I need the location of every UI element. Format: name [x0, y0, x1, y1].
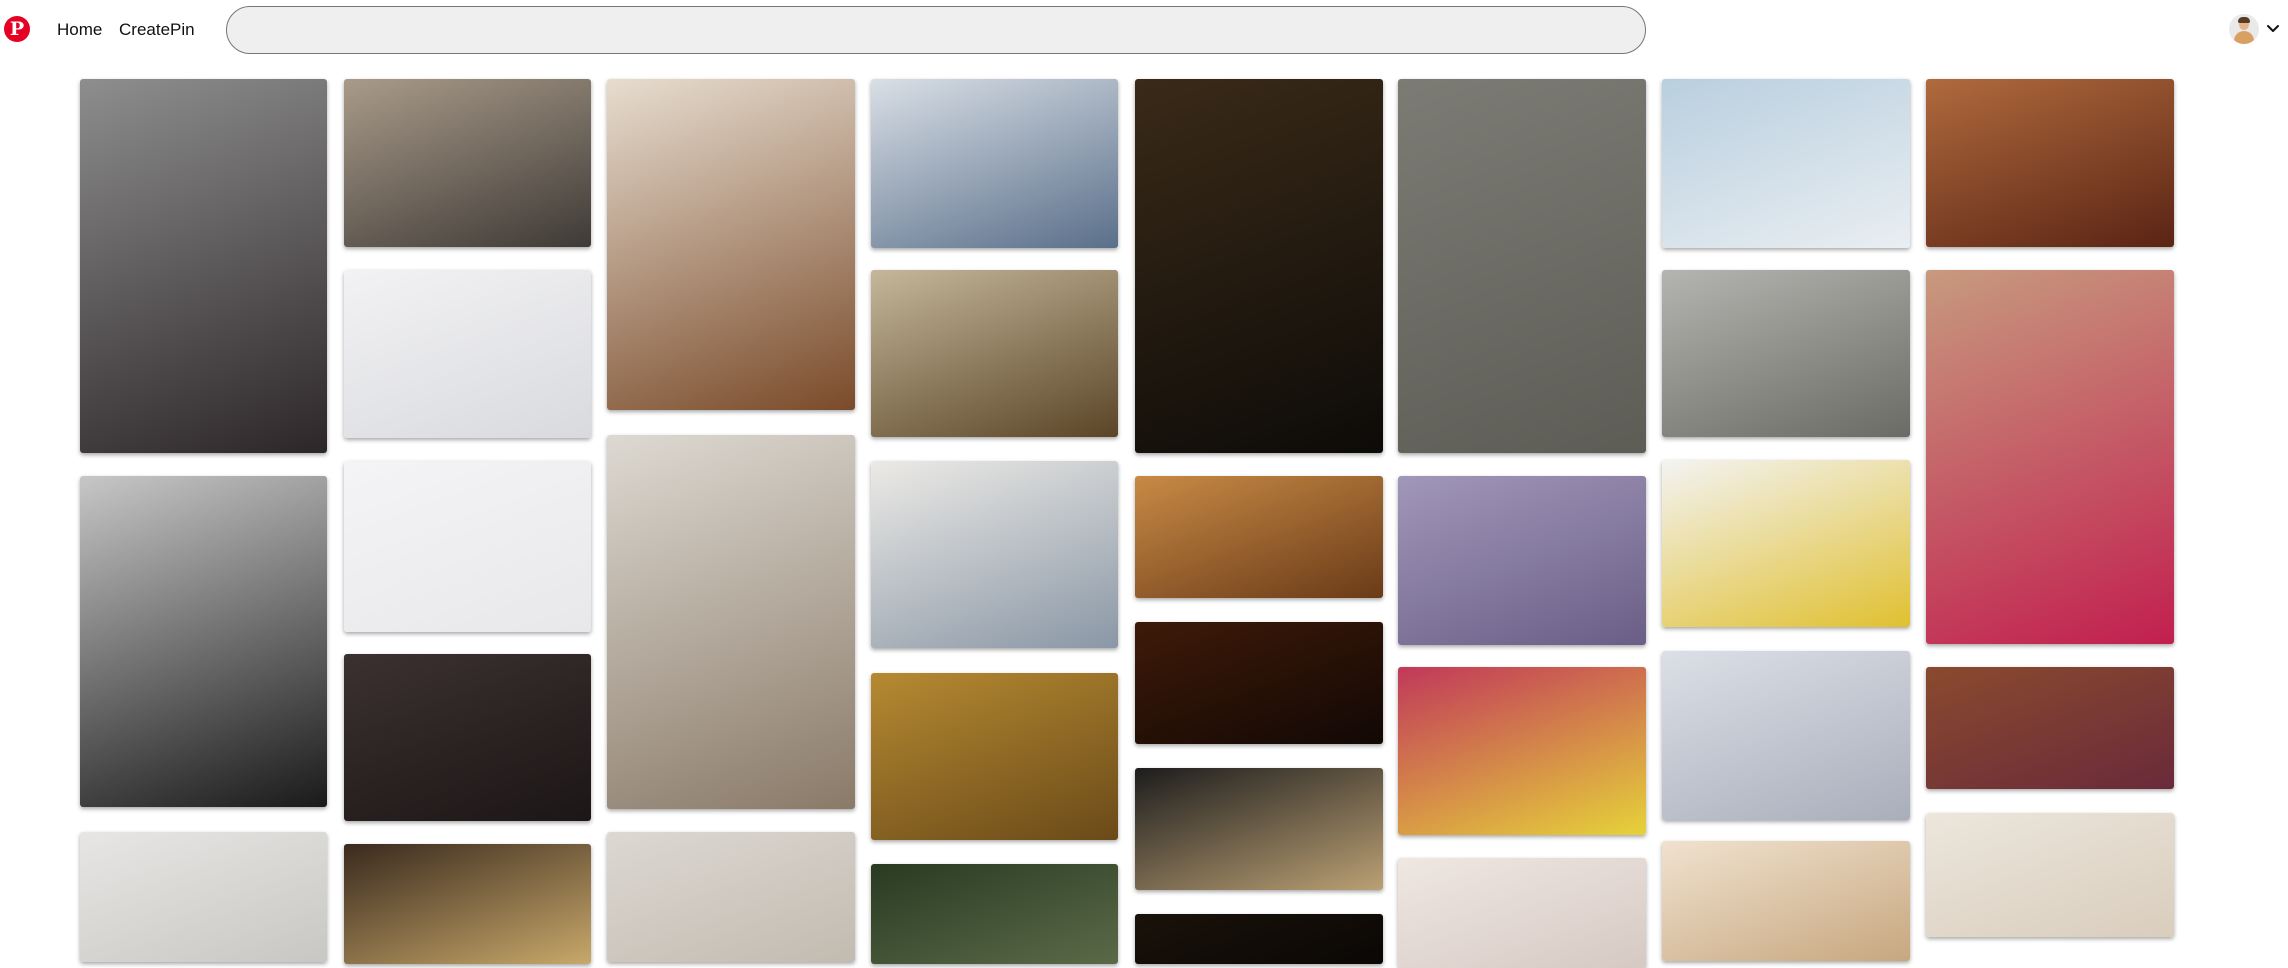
pin-card-red-book[interactable] — [344, 654, 591, 821]
pin-card-man-on-rocks[interactable] — [1662, 270, 1910, 437]
pin-card-dog-on-hill[interactable] — [871, 270, 1118, 437]
pin-card-pumpkin[interactable] — [1135, 622, 1383, 744]
pin-card-mountaineer-snow[interactable] — [1662, 79, 1910, 248]
pin-card-corgi-leaves[interactable] — [871, 673, 1118, 840]
pin-card-wedding-dresses[interactable] — [1926, 667, 2174, 789]
pin-card-soap-bubbles-city[interactable] — [344, 79, 591, 247]
pin-card-wedding-gown[interactable] — [1926, 813, 2174, 937]
pin-card-wedding-hands[interactable] — [1926, 79, 2174, 247]
pin-card-flowers-room[interactable] — [607, 832, 855, 962]
pin-card-lemon-tart[interactable] — [80, 832, 327, 962]
pin-card-moon-in-clouds[interactable] — [1135, 79, 1383, 453]
pin-card-candle[interactable] — [1135, 476, 1383, 598]
create-pin-link[interactable]: CreatePin — [119, 20, 195, 40]
pin-card-christmas-gifts[interactable] — [344, 844, 591, 964]
pin-card-smiling-hiker[interactable] — [1662, 651, 1910, 820]
chevron-down-icon[interactable] — [2264, 20, 2282, 38]
pin-card-black-cloak[interactable] — [1135, 768, 1383, 890]
pin-card-strawberry-cake[interactable] — [80, 476, 327, 807]
pin-card-dark-scene[interactable] — [1135, 914, 1383, 964]
top-nav-bar: P Home CreatePin — [0, 0, 2288, 64]
pin-card-tulips[interactable] — [1398, 667, 1646, 835]
search-input[interactable] — [227, 7, 1645, 53]
pin-card-pine-branch[interactable] — [344, 270, 591, 438]
pin-card-apple-blossom[interactable] — [1398, 476, 1646, 645]
pin-card-sunroom-daybed[interactable] — [607, 79, 855, 410]
pin-card-peony-vase[interactable] — [1398, 79, 1646, 453]
pin-card-dog-park[interactable] — [871, 864, 1118, 964]
pin-card-cupcakes[interactable] — [80, 79, 327, 453]
search-bar — [226, 6, 1646, 54]
pin-card-sunset-field[interactable] — [1662, 841, 1910, 961]
logo-letter: P — [9, 18, 25, 40]
pin-card-indian-bride[interactable] — [1926, 270, 2174, 644]
pin-card-dog-in-pickup[interactable] — [871, 79, 1118, 248]
avatar[interactable] — [2229, 14, 2259, 44]
pin-card-pink-flowers[interactable] — [1398, 858, 1646, 968]
pin-card-dog-bed[interactable] — [871, 461, 1118, 648]
pin-card-red-berries[interactable] — [344, 461, 591, 632]
pin-card-skier-goggles[interactable] — [1662, 460, 1910, 627]
home-link[interactable]: Home — [57, 20, 102, 40]
pin-card-living-room[interactable] — [607, 435, 855, 809]
pinterest-logo-icon[interactable]: P — [4, 16, 30, 42]
